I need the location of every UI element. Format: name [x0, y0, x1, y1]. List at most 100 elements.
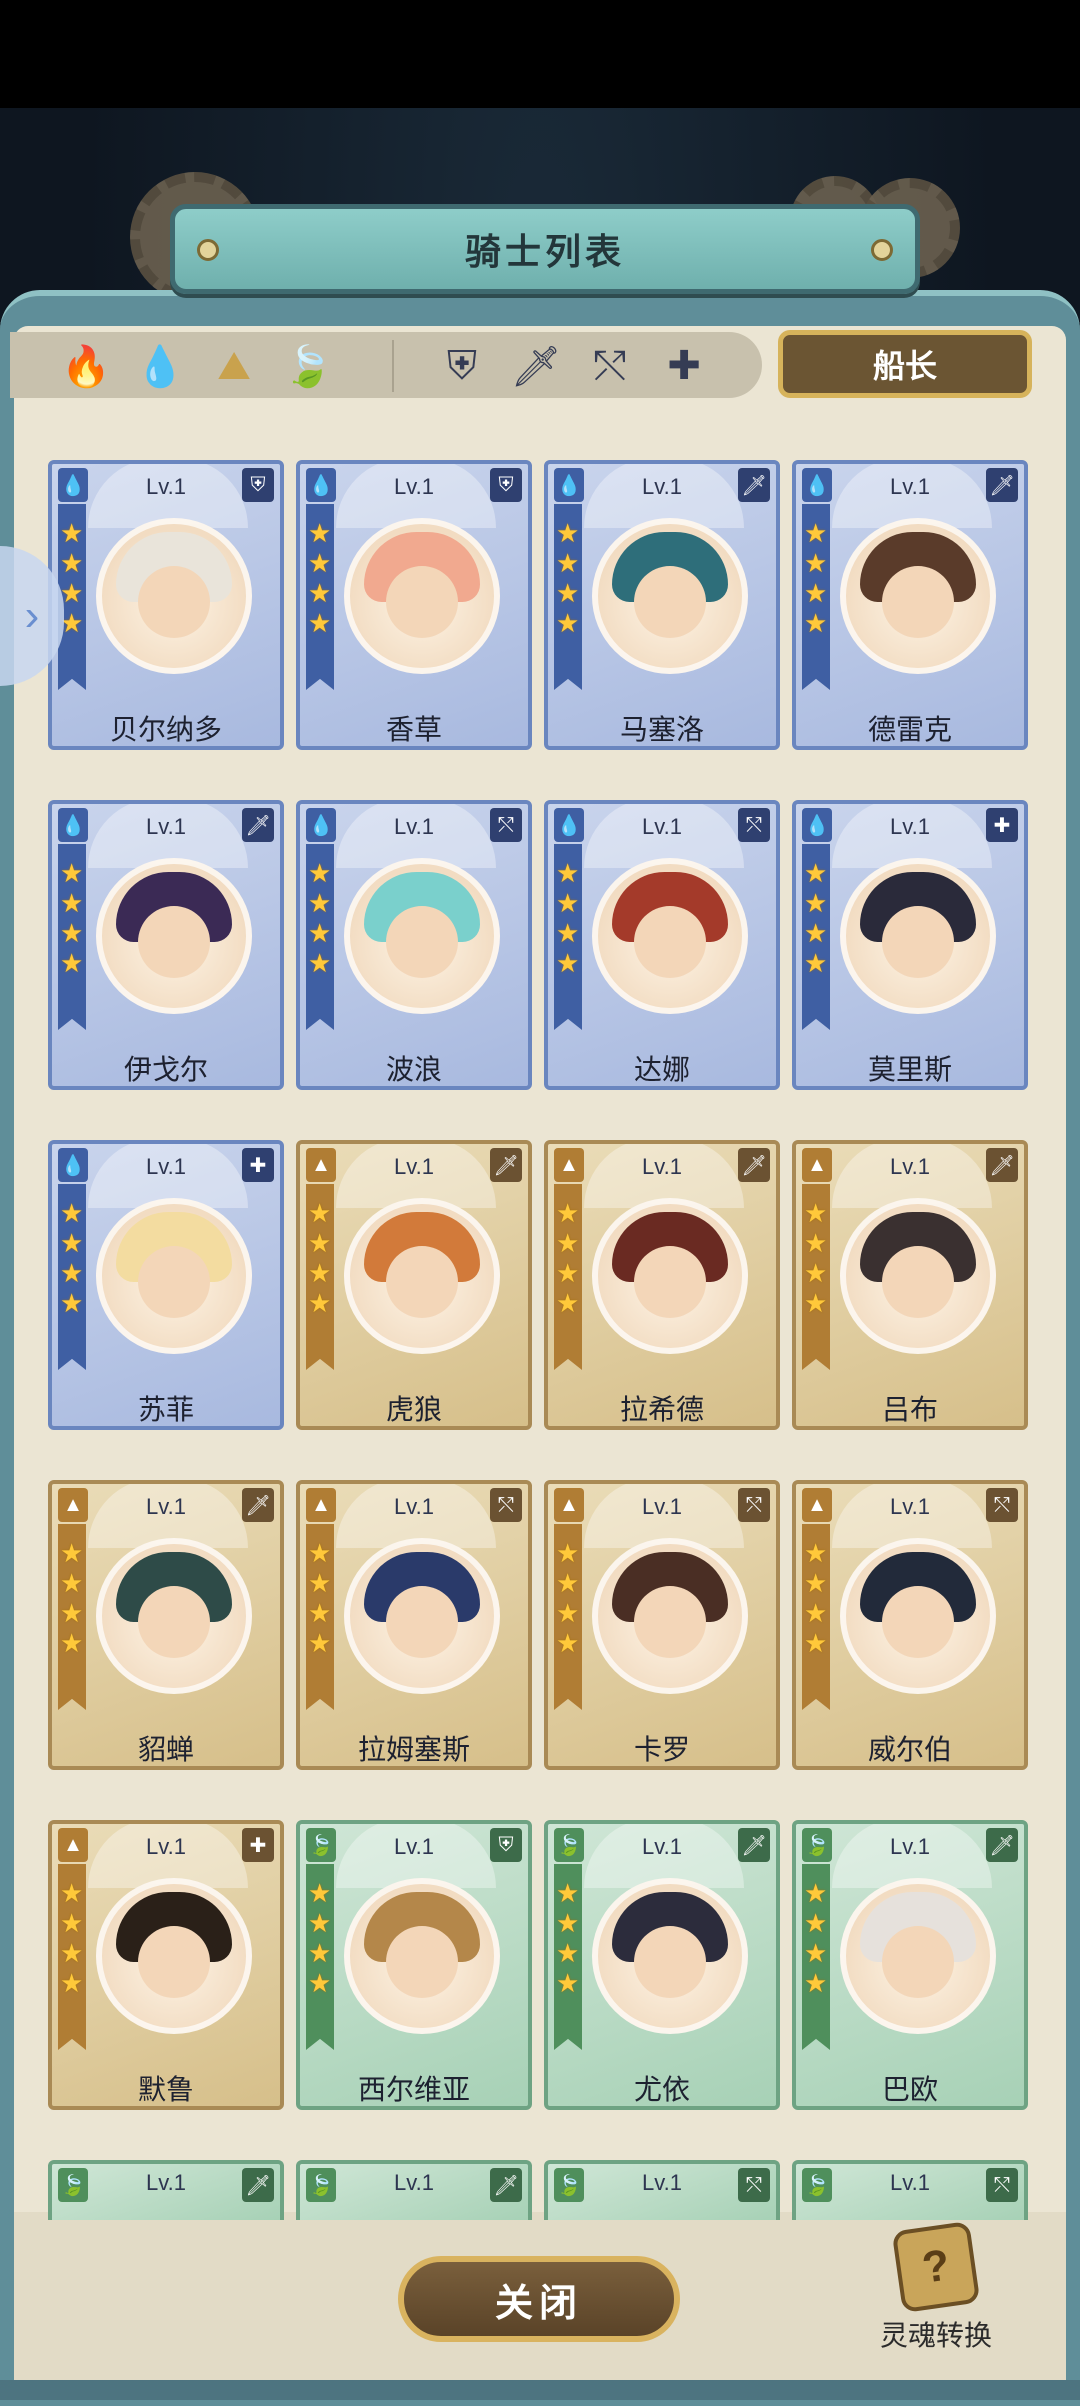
knight-name: 虎狼 — [385, 1394, 442, 1425]
cross-icon: ✚ — [242, 1828, 274, 1862]
water-icon: 💧 — [554, 468, 584, 502]
knight-card[interactable]: Lv.1 ▲ 🗡 ★ ★ ★ ★ 貂蝉 — [48, 1480, 284, 1770]
knight-card-partial[interactable]: Lv.1 🍃 🗡 — [296, 2160, 532, 2220]
star-icon: ★ — [556, 1538, 580, 1568]
water-icon[interactable]: 💧 — [132, 338, 188, 394]
star-icon: ★ — [60, 1908, 84, 1938]
knight-name: 尤依 — [633, 2074, 690, 2105]
star-icon: ★ — [308, 1198, 332, 1228]
portrait-face — [882, 566, 954, 638]
star-icon: ★ — [804, 548, 828, 578]
star-rating: ★ ★ ★ ★ — [60, 1200, 86, 1316]
knight-portrait — [96, 858, 252, 1014]
bottom-rim — [0, 2380, 1080, 2400]
knight-name: 卡罗 — [633, 1734, 690, 1765]
star-icon: ★ — [308, 1568, 332, 1598]
soul-convert-button[interactable]: ? 灵魂转换 — [866, 2220, 1006, 2356]
knight-card[interactable]: Lv.1 🍃 🗡 ★ ★ ★ ★ 尤依 — [544, 1820, 780, 2110]
knight-portrait — [840, 1198, 996, 1354]
star-icon: ★ — [308, 518, 332, 548]
knight-card-partial[interactable]: Lv.1 🍃 ⤲ — [544, 2160, 780, 2220]
knight-card[interactable]: Lv.1 ▲ 🗡 ★ ★ ★ ★ 虎狼 — [296, 1140, 532, 1430]
wind-icon[interactable]: 🍃 — [280, 338, 336, 394]
knight-card[interactable]: Lv.1 💧 ⛨ ★ ★ ★ ★ 贝尔纳多 — [48, 460, 284, 750]
star-icon: ★ — [60, 1538, 84, 1568]
star-icon: ★ — [60, 1968, 84, 1998]
portrait-face — [634, 906, 706, 978]
knight-name: 拉姆塞斯 — [357, 1734, 470, 1765]
knight-name: 香草 — [385, 714, 442, 745]
knight-card[interactable]: Lv.1 💧 🗡 ★ ★ ★ ★ 马塞洛 — [544, 460, 780, 750]
portrait-face — [882, 1586, 954, 1658]
wind-icon: 🍃 — [554, 2168, 584, 2202]
knight-card[interactable]: Lv.1 💧 ✚ ★ ★ ★ ★ 莫里斯 — [792, 800, 1028, 1090]
star-icon: ★ — [804, 918, 828, 948]
star-icon: ★ — [804, 1598, 828, 1628]
bow-icon[interactable]: ⤲ — [582, 338, 638, 394]
star-icon: ★ — [308, 578, 332, 608]
star-icon: ★ — [60, 858, 84, 888]
star-icon: ★ — [60, 578, 84, 608]
star-rating: ★ ★ ★ ★ — [308, 1880, 334, 1996]
knight-card[interactable]: Lv.1 🍃 ⛨ ★ ★ ★ ★ 西尔维亚 — [296, 1820, 532, 2110]
star-icon: ★ — [308, 1538, 332, 1568]
star-icon: ★ — [556, 918, 580, 948]
knight-card[interactable]: Lv.1 💧 🗡 ★ ★ ★ ★ 德雷克 — [792, 460, 1028, 750]
sword-icon[interactable]: 🗡 — [508, 338, 564, 394]
knight-card[interactable]: Lv.1 ▲ ⤲ ★ ★ ★ ★ 卡罗 — [544, 1480, 780, 1770]
portrait-face — [634, 1586, 706, 1658]
question-scroll-icon: ? — [891, 2220, 981, 2314]
knight-card[interactable]: Lv.1 💧 ⤲ ★ ★ ★ ★ 达娜 — [544, 800, 780, 1090]
knight-card-partial[interactable]: Lv.1 🍃 🗡 — [48, 2160, 284, 2220]
knight-card[interactable]: Lv.1 💧 ⛨ ★ ★ ★ ★ 香草 — [296, 460, 532, 750]
wind-icon: 🍃 — [58, 2168, 88, 2202]
bow-icon: ⤲ — [490, 808, 522, 842]
portrait-face — [386, 1926, 458, 1998]
knight-card[interactable]: Lv.1 ▲ ⤲ ★ ★ ★ ★ 拉姆塞斯 — [296, 1480, 532, 1770]
star-icon: ★ — [556, 888, 580, 918]
water-icon: 💧 — [802, 808, 832, 842]
bow-icon: ⤲ — [986, 2168, 1018, 2202]
fire-icon[interactable]: 🔥 — [58, 338, 114, 394]
star-icon: ★ — [556, 548, 580, 578]
shield-icon: ⛨ — [490, 1828, 522, 1862]
knight-card[interactable]: Lv.1 💧 🗡 ★ ★ ★ ★ 伊戈尔 — [48, 800, 284, 1090]
knight-name: 貂蝉 — [137, 1734, 194, 1765]
star-icon: ★ — [556, 1568, 580, 1598]
page-title: 骑士列表 — [464, 231, 625, 272]
star-icon: ★ — [60, 1938, 84, 1968]
star-rating: ★ ★ ★ ★ — [556, 520, 582, 636]
knight-card[interactable]: Lv.1 💧 ⤲ ★ ★ ★ ★ 波浪 — [296, 800, 532, 1090]
close-button[interactable]: 关闭 — [398, 2256, 680, 2342]
sword-icon: 🗡 — [738, 1148, 770, 1182]
knight-card[interactable]: Lv.1 ▲ 🗡 ★ ★ ★ ★ 拉希德 — [544, 1140, 780, 1430]
knight-portrait — [840, 518, 996, 674]
water-icon: 💧 — [58, 468, 88, 502]
star-rating: ★ ★ ★ ★ — [556, 860, 582, 976]
star-rating: ★ ★ ★ ★ — [804, 520, 830, 636]
knight-card[interactable]: Lv.1 ▲ ⤲ ★ ★ ★ ★ 威尔伯 — [792, 1480, 1028, 1770]
knight-card[interactable]: Lv.1 💧 ✚ ★ ★ ★ ★ 苏菲 — [48, 1140, 284, 1430]
knight-name: 拉希德 — [619, 1394, 704, 1425]
knight-portrait — [344, 1878, 500, 2034]
knight-card[interactable]: Lv.1 🍃 🗡 ★ ★ ★ ★ 巴欧 — [792, 1820, 1028, 2110]
rivet-icon — [197, 239, 219, 261]
knight-name: 默鲁 — [137, 2074, 194, 2105]
star-icon: ★ — [804, 518, 828, 548]
star-icon: ★ — [60, 1288, 84, 1318]
earth-icon: ▲ — [58, 1828, 88, 1862]
star-icon: ★ — [804, 858, 828, 888]
filter-bar — [10, 332, 762, 398]
sword-icon: 🗡 — [490, 1148, 522, 1182]
knight-card-partial[interactable]: Lv.1 🍃 ⤲ — [792, 2160, 1028, 2220]
earth-icon[interactable]: ⛰ — [206, 338, 262, 394]
star-icon: ★ — [60, 1598, 84, 1628]
rivet-icon — [871, 239, 893, 261]
captain-button[interactable]: 船长 — [778, 330, 1032, 398]
knight-card[interactable]: Lv.1 ▲ 🗡 ★ ★ ★ ★ 吕布 — [792, 1140, 1028, 1430]
knight-portrait — [96, 1538, 252, 1694]
shield-icon[interactable]: ⛨ — [434, 338, 490, 394]
knight-name: 西尔维亚 — [357, 2074, 470, 2105]
cross-icon[interactable]: ✚ — [656, 338, 712, 394]
knight-card[interactable]: Lv.1 ▲ ✚ ★ ★ ★ ★ 默鲁 — [48, 1820, 284, 2110]
